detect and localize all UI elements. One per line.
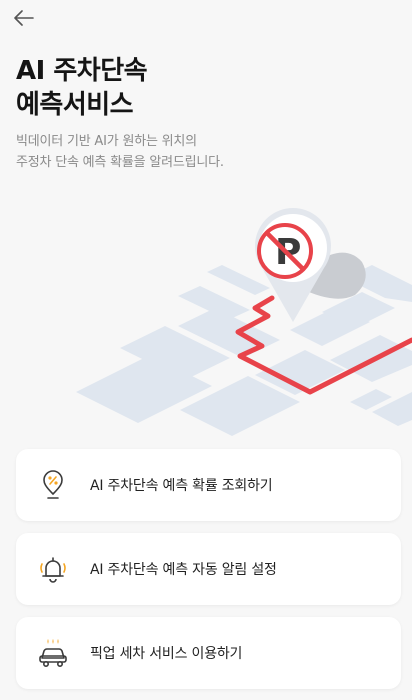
menu-item-car-wash[interactable]: 픽업 세차 서비스 이용하기 xyxy=(16,617,401,689)
page-subtitle-line1: 빅데이터 기반 AI가 원하는 위치의 xyxy=(16,134,197,149)
page-title: AI 주차단속 예측서비스 xyxy=(16,54,148,122)
percent-pin-icon xyxy=(36,468,70,502)
menu-item-probability[interactable]: AI 주차단속 예측 확률 조회하기 xyxy=(16,449,401,521)
service-menu: AI 주차단속 예측 확률 조회하기 AI 주차단속 예측 자동 알림 설정 픽… xyxy=(16,449,401,700)
page: AI 주차단속 예측서비스 빅데이터 기반 AI가 원하는 위치의 주정차 단속… xyxy=(0,0,412,700)
back-button[interactable] xyxy=(8,4,40,32)
car-wash-icon xyxy=(36,636,70,670)
arrow-left-icon xyxy=(14,10,34,26)
map-illustration: P xyxy=(76,208,412,436)
menu-item-label: 픽업 세차 서비스 이용하기 xyxy=(90,646,243,662)
no-parking-pin-icon: P xyxy=(255,208,332,322)
menu-item-label: AI 주차단속 예측 자동 알림 설정 xyxy=(90,562,277,578)
page-title-line2: 예측서비스 xyxy=(16,90,134,120)
menu-item-label: AI 주차단속 예측 확률 조회하기 xyxy=(90,478,273,494)
page-subtitle-line2: 주정차 단속 예측 확률을 알려드립니다. xyxy=(16,155,224,170)
map-blocks xyxy=(76,265,412,436)
menu-item-auto-alert[interactable]: AI 주차단속 예측 자동 알림 설정 xyxy=(16,533,401,605)
bell-alert-icon xyxy=(36,552,70,586)
page-subtitle: 빅데이터 기반 AI가 원하는 위치의 주정차 단속 예측 확률을 알려드립니다… xyxy=(16,131,224,173)
page-title-line1: AI 주차단속 xyxy=(16,56,148,86)
